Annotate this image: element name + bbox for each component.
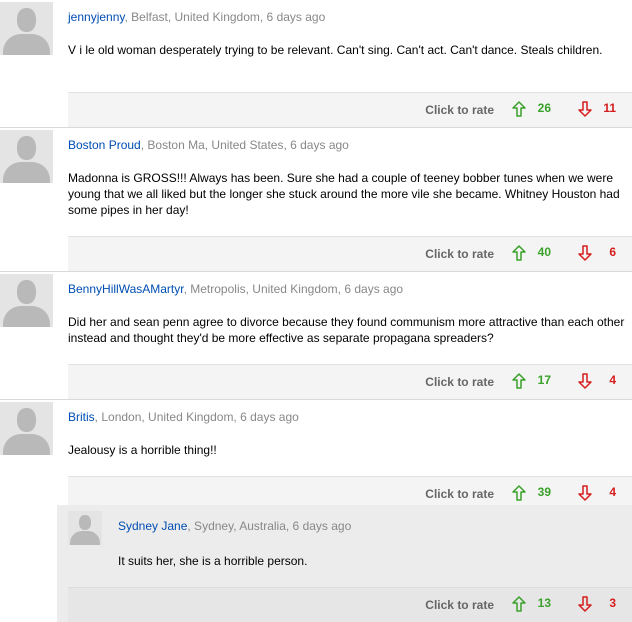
comment-text: V i le old woman desperately trying to b… bbox=[68, 43, 603, 57]
commenter-name-link[interactable]: Sydney Jane bbox=[118, 519, 187, 533]
downvote-count: 11 bbox=[603, 101, 616, 115]
arrow-down-icon[interactable] bbox=[578, 101, 592, 117]
click-to-rate-label: Click to rate bbox=[425, 487, 494, 501]
comment-text: It suits her, she is a horrible person. bbox=[118, 554, 308, 568]
click-to-rate-label: Click to rate bbox=[425, 103, 494, 117]
upvote-count: 39 bbox=[537, 485, 551, 499]
comment-location-date: , Metropolis, United Kingdom, 6 days ago bbox=[183, 282, 404, 296]
arrow-up-icon[interactable] bbox=[512, 373, 526, 389]
default-avatar-icon bbox=[0, 130, 53, 183]
rating-bar: Click to rate 17 4 bbox=[68, 364, 632, 399]
default-avatar-icon bbox=[68, 511, 102, 545]
reply-comment: Sydney Jane, Sydney, Australia, 6 days a… bbox=[57, 505, 632, 622]
arrow-down-icon[interactable] bbox=[578, 485, 592, 501]
comment-text: Madonna is GROSS!!! Always has been. Sur… bbox=[68, 171, 620, 217]
upvote-count: 26 bbox=[537, 101, 551, 115]
arrow-up-icon[interactable] bbox=[512, 596, 526, 612]
upvote-count: 13 bbox=[537, 596, 551, 610]
commenter-name-link[interactable]: Britis bbox=[68, 410, 95, 424]
arrow-down-icon[interactable] bbox=[578, 373, 592, 389]
comment-text: Jealousy is a horrible thing!! bbox=[68, 443, 217, 457]
default-avatar-icon bbox=[0, 2, 53, 55]
comment-meta: BennyHillWasAMartyr, Metropolis, United … bbox=[68, 282, 403, 296]
comment-location-date: , Boston Ma, United States, 6 days ago bbox=[140, 138, 349, 152]
rating-bar: Click to rate 13 3 bbox=[68, 587, 632, 622]
downvote-count: 4 bbox=[609, 485, 616, 499]
comment: BennyHillWasAMartyr, Metropolis, United … bbox=[0, 272, 632, 400]
arrow-up-icon[interactable] bbox=[512, 101, 526, 117]
default-avatar-icon bbox=[0, 274, 53, 327]
comment-location-date: , London, United Kingdom, 6 days ago bbox=[94, 410, 299, 424]
upvote-count: 17 bbox=[537, 373, 551, 387]
commenter-name-link[interactable]: BennyHillWasAMartyr bbox=[68, 282, 184, 296]
click-to-rate-label: Click to rate bbox=[425, 598, 494, 612]
comment-meta: Sydney Jane, Sydney, Australia, 6 days a… bbox=[118, 519, 351, 533]
arrow-up-icon[interactable] bbox=[512, 245, 526, 261]
arrow-down-icon[interactable] bbox=[578, 245, 592, 261]
downvote-count: 6 bbox=[609, 245, 616, 259]
comment-location-date: , Sydney, Australia, 6 days ago bbox=[187, 519, 352, 533]
downvote-count: 3 bbox=[609, 596, 616, 610]
default-avatar-icon bbox=[0, 402, 53, 455]
arrow-up-icon[interactable] bbox=[512, 485, 526, 501]
click-to-rate-label: Click to rate bbox=[425, 247, 494, 261]
rating-bar: Click to rate 26 11 bbox=[68, 92, 632, 127]
comment: Britis, London, United Kingdom, 6 days a… bbox=[0, 400, 632, 511]
comment: Boston Proud, Boston Ma, United States, … bbox=[0, 128, 632, 272]
comment-meta: Britis, London, United Kingdom, 6 days a… bbox=[68, 410, 299, 424]
rating-bar: Click to rate 40 6 bbox=[68, 236, 632, 271]
comment: jennyjenny, Belfast, United Kingdom, 6 d… bbox=[0, 0, 632, 128]
upvote-count: 40 bbox=[537, 245, 551, 259]
comment-meta: Boston Proud, Boston Ma, United States, … bbox=[68, 138, 349, 152]
arrow-down-icon[interactable] bbox=[578, 596, 592, 612]
click-to-rate-label: Click to rate bbox=[425, 375, 494, 389]
comment-location-date: , Belfast, United Kingdom, 6 days ago bbox=[124, 10, 326, 24]
commenter-name-link[interactable]: jennyjenny bbox=[68, 10, 124, 24]
downvote-count: 4 bbox=[609, 373, 616, 387]
comment-text: Did her and sean penn agree to divorce b… bbox=[68, 315, 625, 345]
comment-meta: jennyjenny, Belfast, United Kingdom, 6 d… bbox=[68, 10, 325, 24]
commenter-name-link[interactable]: Boston Proud bbox=[68, 138, 141, 152]
